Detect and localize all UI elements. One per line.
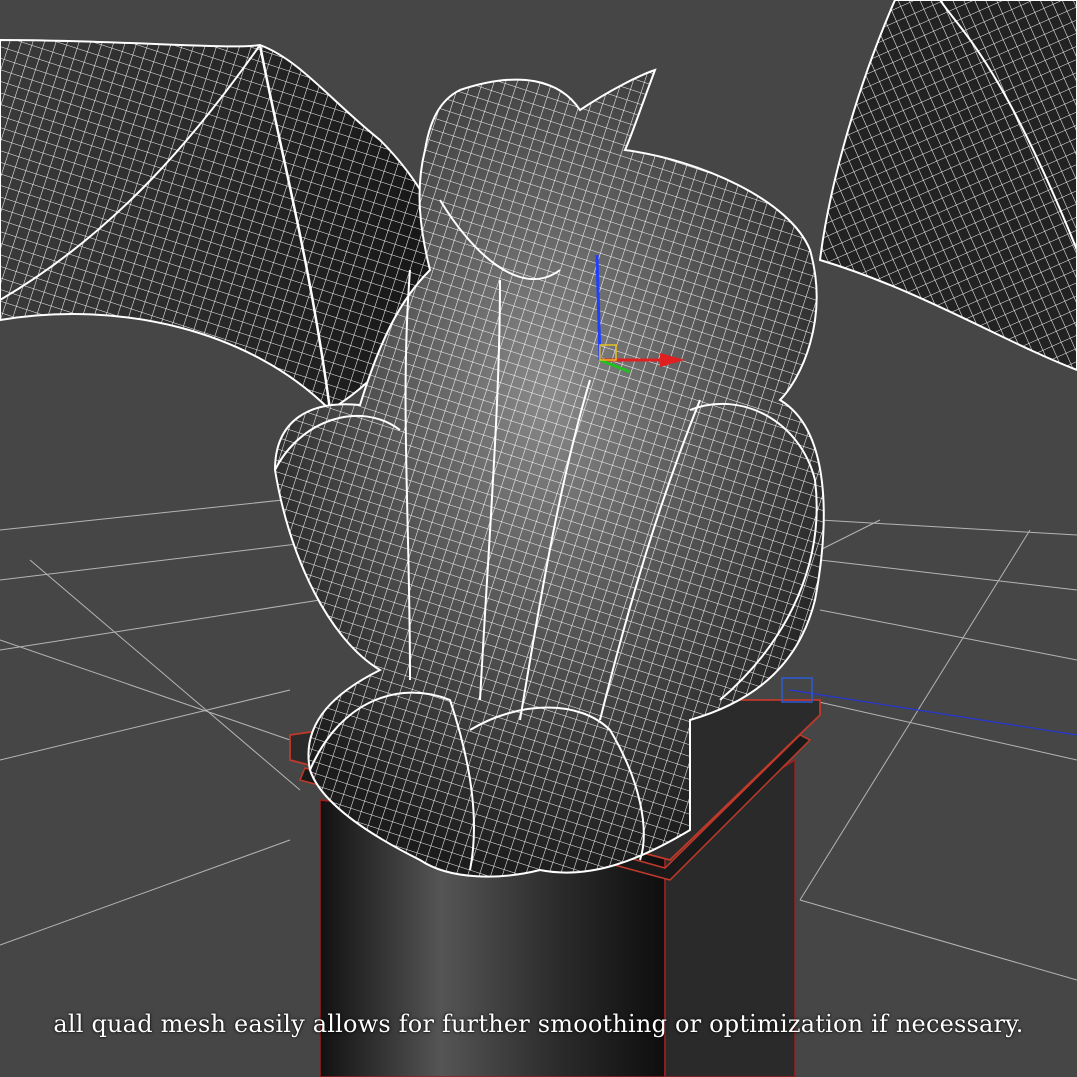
caption-text: all quad mesh easily allows for further …	[53, 1010, 1024, 1038]
right-wing-mesh	[818, 0, 1077, 372]
viewport-scene[interactable]	[0, 0, 1077, 1077]
pivot-marker	[781, 677, 813, 703]
3d-viewport[interactable]: all quad mesh easily allows for further …	[0, 0, 1077, 1077]
